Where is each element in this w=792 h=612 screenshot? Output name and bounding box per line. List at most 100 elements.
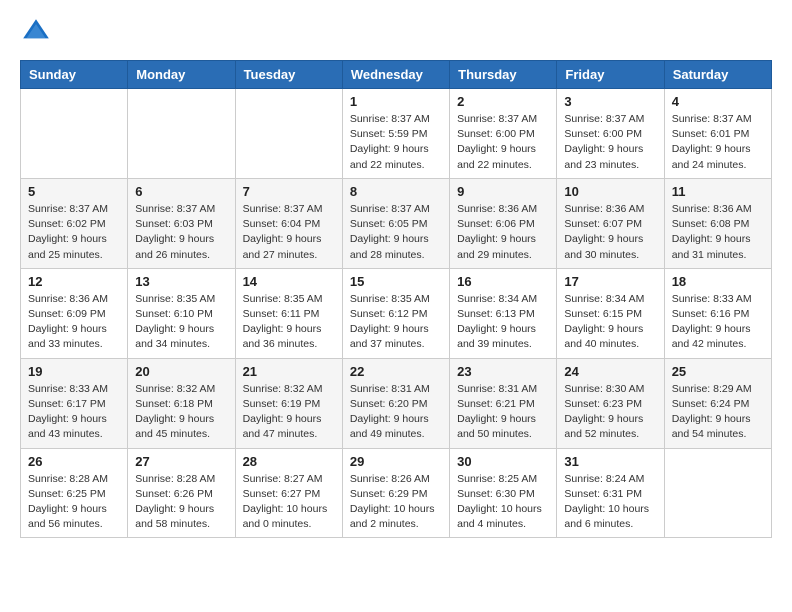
day-info: Sunrise: 8:36 AMSunset: 6:07 PMDaylight:…: [564, 202, 656, 263]
day-info: Sunrise: 8:37 AMSunset: 6:03 PMDaylight:…: [135, 202, 227, 263]
day-info: Sunrise: 8:28 AMSunset: 6:25 PMDaylight:…: [28, 472, 120, 533]
day-info: Sunrise: 8:37 AMSunset: 6:02 PMDaylight:…: [28, 202, 120, 263]
calendar-cell: [128, 89, 235, 179]
day-number: 26: [28, 454, 120, 469]
day-info: Sunrise: 8:24 AMSunset: 6:31 PMDaylight:…: [564, 472, 656, 533]
day-info: Sunrise: 8:31 AMSunset: 6:21 PMDaylight:…: [457, 382, 549, 443]
day-number: 28: [243, 454, 335, 469]
day-info: Sunrise: 8:36 AMSunset: 6:06 PMDaylight:…: [457, 202, 549, 263]
day-number: 8: [350, 184, 442, 199]
day-info: Sunrise: 8:37 AMSunset: 5:59 PMDaylight:…: [350, 112, 442, 173]
calendar-cell: 7 Sunrise: 8:37 AMSunset: 6:04 PMDaylight…: [235, 178, 342, 268]
calendar-cell: 20 Sunrise: 8:32 AMSunset: 6:18 PMDayligh…: [128, 358, 235, 448]
day-info: Sunrise: 8:36 AMSunset: 6:08 PMDaylight:…: [672, 202, 764, 263]
day-number: 13: [135, 274, 227, 289]
day-number: 29: [350, 454, 442, 469]
day-info: Sunrise: 8:37 AMSunset: 6:05 PMDaylight:…: [350, 202, 442, 263]
weekday-header-wednesday: Wednesday: [342, 61, 449, 89]
day-info: Sunrise: 8:25 AMSunset: 6:30 PMDaylight:…: [457, 472, 549, 533]
week-row-5: 26 Sunrise: 8:28 AMSunset: 6:25 PMDayligh…: [21, 448, 772, 538]
calendar-cell: 16 Sunrise: 8:34 AMSunset: 6:13 PMDayligh…: [450, 268, 557, 358]
day-number: 27: [135, 454, 227, 469]
logo-icon: [20, 16, 52, 48]
calendar-cell: [21, 89, 128, 179]
day-info: Sunrise: 8:26 AMSunset: 6:29 PMDaylight:…: [350, 472, 442, 533]
weekday-header-saturday: Saturday: [664, 61, 771, 89]
day-number: 31: [564, 454, 656, 469]
calendar-cell: 30 Sunrise: 8:25 AMSunset: 6:30 PMDayligh…: [450, 448, 557, 538]
day-info: Sunrise: 8:32 AMSunset: 6:18 PMDaylight:…: [135, 382, 227, 443]
week-row-2: 5Sunrise: 8:37 AMSunset: 6:02 PMDaylight…: [21, 178, 772, 268]
calendar-cell: 19 Sunrise: 8:33 AMSunset: 6:17 PMDayligh…: [21, 358, 128, 448]
calendar-cell: 27Sunrise: 8:28 AMSunset: 6:26 PMDayligh…: [128, 448, 235, 538]
day-info: Sunrise: 8:34 AMSunset: 6:15 PMDaylight:…: [564, 292, 656, 353]
weekday-header-row: SundayMondayTuesdayWednesdayThursdayFrid…: [21, 61, 772, 89]
day-info: Sunrise: 8:33 AMSunset: 6:17 PMDaylight:…: [28, 382, 120, 443]
calendar-cell: 4 Sunrise: 8:37 AMSunset: 6:01 PMDaylight…: [664, 89, 771, 179]
calendar-cell: 1 Sunrise: 8:37 AMSunset: 5:59 PMDaylight…: [342, 89, 449, 179]
day-info: Sunrise: 8:34 AMSunset: 6:13 PMDaylight:…: [457, 292, 549, 353]
calendar-cell: 3 Sunrise: 8:37 AMSunset: 6:00 PMDaylight…: [557, 89, 664, 179]
day-number: 16: [457, 274, 549, 289]
day-number: 14: [243, 274, 335, 289]
day-number: 1: [350, 94, 442, 109]
day-info: Sunrise: 8:37 AMSunset: 6:04 PMDaylight:…: [243, 202, 335, 263]
day-number: 10: [564, 184, 656, 199]
day-number: 3: [564, 94, 656, 109]
weekday-header-monday: Monday: [128, 61, 235, 89]
calendar-cell: [664, 448, 771, 538]
calendar-cell: 24 Sunrise: 8:30 AMSunset: 6:23 PMDayligh…: [557, 358, 664, 448]
day-number: 20: [135, 364, 227, 379]
calendar-cell: 26 Sunrise: 8:28 AMSunset: 6:25 PMDayligh…: [21, 448, 128, 538]
calendar-cell: 18 Sunrise: 8:33 AMSunset: 6:16 PMDayligh…: [664, 268, 771, 358]
day-number: 24: [564, 364, 656, 379]
calendar-cell: 14 Sunrise: 8:35 AMSunset: 6:11 PMDayligh…: [235, 268, 342, 358]
day-info: Sunrise: 8:29 AMSunset: 6:24 PMDaylight:…: [672, 382, 764, 443]
weekday-header-sunday: Sunday: [21, 61, 128, 89]
calendar-cell: 17 Sunrise: 8:34 AMSunset: 6:15 PMDayligh…: [557, 268, 664, 358]
calendar-cell: 29 Sunrise: 8:26 AMSunset: 6:29 PMDayligh…: [342, 448, 449, 538]
calendar-cell: 31 Sunrise: 8:24 AMSunset: 6:31 PMDayligh…: [557, 448, 664, 538]
calendar-cell: [235, 89, 342, 179]
calendar-table: SundayMondayTuesdayWednesdayThursdayFrid…: [20, 60, 772, 538]
calendar-cell: 15Sunrise: 8:35 AMSunset: 6:12 PMDayligh…: [342, 268, 449, 358]
day-number: 18: [672, 274, 764, 289]
calendar-cell: 28 Sunrise: 8:27 AMSunset: 6:27 PMDayligh…: [235, 448, 342, 538]
day-number: 7: [243, 184, 335, 199]
day-info: Sunrise: 8:37 AMSunset: 6:00 PMDaylight:…: [564, 112, 656, 173]
calendar-cell: 2 Sunrise: 8:37 AMSunset: 6:00 PMDaylight…: [450, 89, 557, 179]
day-number: 17: [564, 274, 656, 289]
calendar-cell: 12 Sunrise: 8:36 AMSunset: 6:09 PMDayligh…: [21, 268, 128, 358]
page: SundayMondayTuesdayWednesdayThursdayFrid…: [0, 0, 792, 558]
day-info: Sunrise: 8:31 AMSunset: 6:20 PMDaylight:…: [350, 382, 442, 443]
day-number: 6: [135, 184, 227, 199]
day-number: 15: [350, 274, 442, 289]
day-number: 11: [672, 184, 764, 199]
week-row-1: 1 Sunrise: 8:37 AMSunset: 5:59 PMDaylight…: [21, 89, 772, 179]
calendar-cell: 23 Sunrise: 8:31 AMSunset: 6:21 PMDayligh…: [450, 358, 557, 448]
calendar-cell: 22 Sunrise: 8:31 AMSunset: 6:20 PMDayligh…: [342, 358, 449, 448]
day-number: 23: [457, 364, 549, 379]
week-row-4: 19 Sunrise: 8:33 AMSunset: 6:17 PMDayligh…: [21, 358, 772, 448]
day-info: Sunrise: 8:37 AMSunset: 6:01 PMDaylight:…: [672, 112, 764, 173]
day-number: 21: [243, 364, 335, 379]
day-number: 19: [28, 364, 120, 379]
day-info: Sunrise: 8:33 AMSunset: 6:16 PMDaylight:…: [672, 292, 764, 353]
day-info: Sunrise: 8:32 AMSunset: 6:19 PMDaylight:…: [243, 382, 335, 443]
day-info: Sunrise: 8:36 AMSunset: 6:09 PMDaylight:…: [28, 292, 120, 353]
calendar-cell: 11 Sunrise: 8:36 AMSunset: 6:08 PMDayligh…: [664, 178, 771, 268]
day-info: Sunrise: 8:35 AMSunset: 6:11 PMDaylight:…: [243, 292, 335, 353]
day-info: Sunrise: 8:30 AMSunset: 6:23 PMDaylight:…: [564, 382, 656, 443]
day-number: 2: [457, 94, 549, 109]
calendar-cell: 25Sunrise: 8:29 AMSunset: 6:24 PMDayligh…: [664, 358, 771, 448]
calendar-cell: 6 Sunrise: 8:37 AMSunset: 6:03 PMDaylight…: [128, 178, 235, 268]
day-info: Sunrise: 8:37 AMSunset: 6:00 PMDaylight:…: [457, 112, 549, 173]
day-number: 12: [28, 274, 120, 289]
header: [20, 16, 772, 48]
day-number: 22: [350, 364, 442, 379]
day-number: 30: [457, 454, 549, 469]
day-number: 4: [672, 94, 764, 109]
day-info: Sunrise: 8:27 AMSunset: 6:27 PMDaylight:…: [243, 472, 335, 533]
calendar-cell: 8 Sunrise: 8:37 AMSunset: 6:05 PMDaylight…: [342, 178, 449, 268]
calendar-cell: 21 Sunrise: 8:32 AMSunset: 6:19 PMDayligh…: [235, 358, 342, 448]
